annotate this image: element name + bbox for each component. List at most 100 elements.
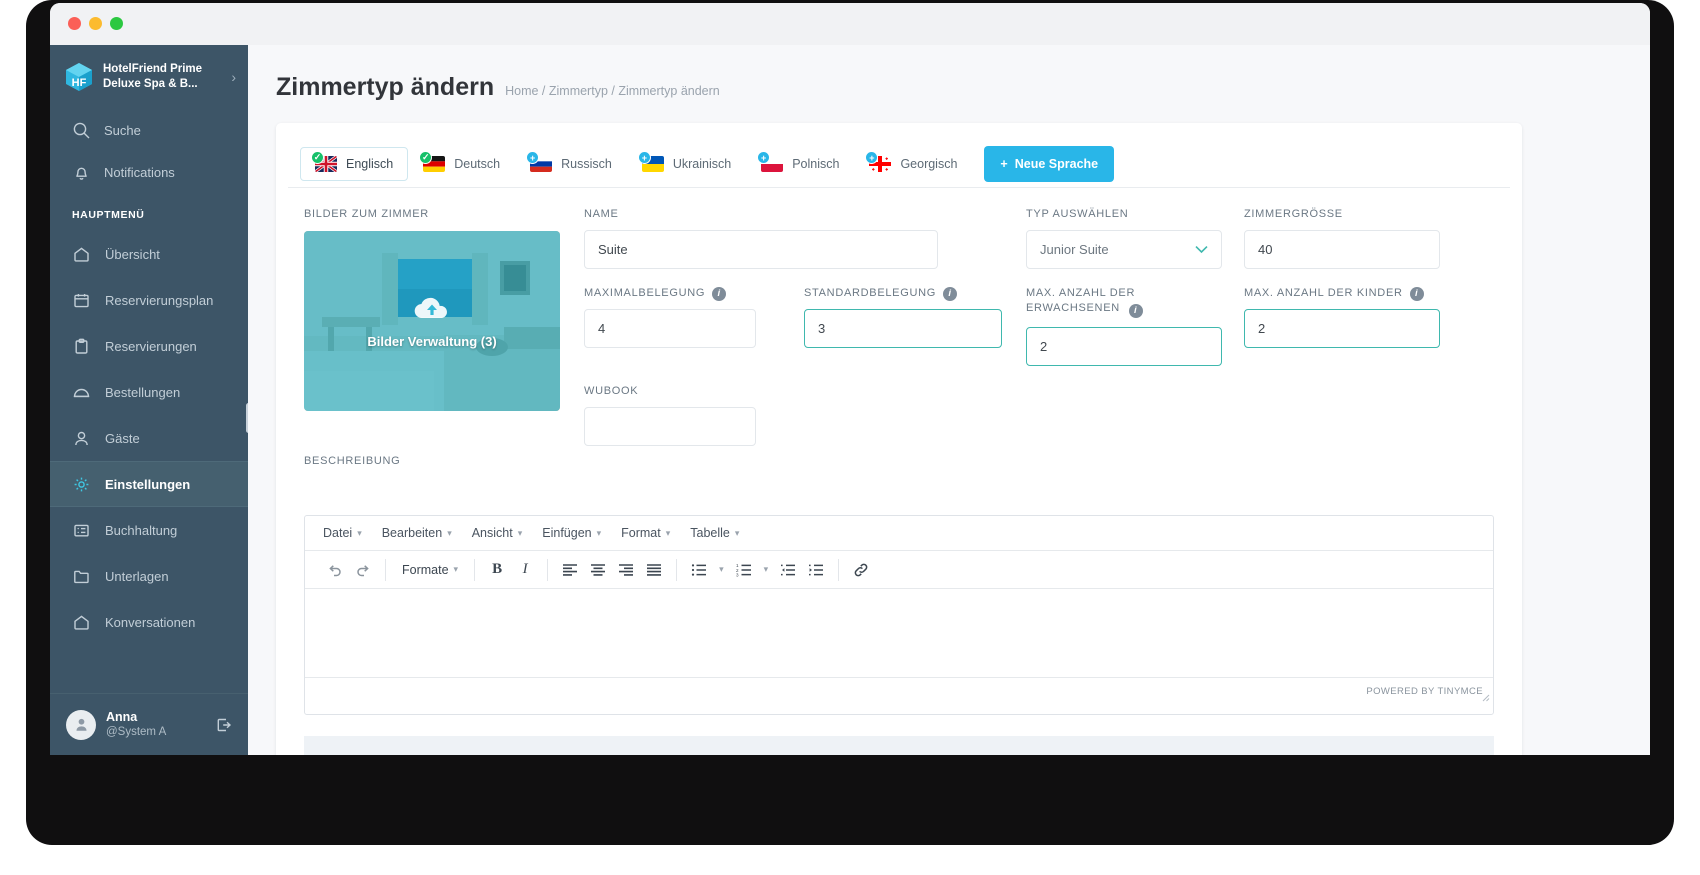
user-name: Anna (106, 709, 138, 724)
home-icon (72, 613, 91, 632)
language-tab-englisch[interactable]: ✓ Englisch (300, 147, 409, 181)
avatar (66, 709, 96, 740)
language-tab-georgisch[interactable]: + Georgisch (854, 147, 972, 181)
caret-down-icon: ▾ (517, 527, 523, 538)
close-window-button[interactable] (68, 17, 81, 30)
gear-icon (72, 475, 91, 494)
traffic-lights (68, 17, 123, 30)
sidebar-item-einstellungen[interactable]: Einstellungen (50, 461, 248, 507)
wubook-input[interactable] (584, 407, 756, 446)
main-content: Zimmertyp ändern Home / Zimmertyp / Zimm… (248, 45, 1650, 755)
cloud-upload-icon (412, 294, 452, 327)
formats-dropdown[interactable]: Formate ▾ (394, 557, 466, 583)
editor-menu-datei[interactable]: Datei ▾ (313, 520, 372, 546)
minimize-window-button[interactable] (89, 17, 102, 30)
images-field: BILDER ZUM ZIMMER Bilder Verwaltung (3) (304, 207, 560, 411)
max-occupancy-input[interactable]: 4 (584, 309, 756, 348)
info-icon[interactable]: i (1409, 286, 1424, 301)
user-profile[interactable]: Anna @System A (50, 693, 248, 755)
language-tab-label: Russisch (561, 157, 612, 171)
new-language-button[interactable]: + Neue Sprache (984, 146, 1115, 182)
name-input[interactable]: Suite (584, 230, 938, 269)
brand-line-1: HotelFriend Prime (103, 63, 203, 75)
language-tab-russisch[interactable]: + Russisch (515, 147, 627, 181)
editor-content-area[interactable] (305, 589, 1493, 677)
indent-icon[interactable] (802, 557, 830, 583)
sidebar-item-suche[interactable]: Suche (50, 109, 248, 151)
align-center-icon[interactable] (584, 557, 612, 583)
caret-down-icon[interactable]: ▾ (758, 564, 775, 575)
outdent-icon[interactable] (774, 557, 802, 583)
editor-menu-tabelle[interactable]: Tabelle ▾ (680, 520, 749, 546)
language-tabs: ✓ Englisch ✓ Deutsch + Russisch + Ukrain… (288, 123, 1510, 188)
align-justify-icon[interactable] (640, 557, 668, 583)
sidebar: HF HotelFriend Prime Deluxe Spa & B... ›… (50, 45, 248, 755)
info-icon[interactable]: i (1128, 303, 1143, 318)
room-size-input[interactable]: 40 (1244, 230, 1440, 269)
editor-menu-einfuegen[interactable]: Einfügen ▾ (532, 520, 611, 546)
chevron-right-icon: › (231, 69, 236, 85)
editor-resize-handle[interactable] (1480, 692, 1490, 702)
sidebar-item-reservierungsplan[interactable]: Reservierungsplan (50, 277, 248, 323)
flag-de-icon: ✓ (419, 151, 446, 172)
standard-occupancy-label: STANDARDBELEGUNG i (804, 286, 1002, 301)
page-header: Zimmertyp ändern Home / Zimmertyp / Zimm… (248, 45, 1650, 102)
user-text: Anna @System A (106, 710, 166, 740)
language-tab-ukrainisch[interactable]: + Ukrainisch (627, 147, 746, 181)
page-title: Zimmertyp ändern (276, 73, 495, 101)
sidebar-item-unterlagen[interactable]: Unterlagen (50, 553, 248, 599)
sidebar-item-buchhaltung[interactable]: Buchhaltung (50, 507, 248, 553)
max-occupancy-field: MAXIMALBELEGUNG i 4 (584, 286, 756, 348)
editor-menu-format[interactable]: Format ▾ (611, 520, 680, 546)
bold-icon[interactable]: B (483, 557, 511, 583)
info-icon[interactable]: i (943, 286, 958, 301)
standard-occupancy-input[interactable]: 3 (804, 309, 1002, 348)
caret-down-icon: ▾ (596, 527, 602, 538)
sidebar-item-konversationen[interactable]: Konversationen (50, 599, 248, 645)
standard-occupancy-field: STANDARDBELEGUNG i 3 (804, 286, 1002, 348)
italic-icon[interactable]: I (511, 557, 539, 583)
sidebar-item-uebersicht[interactable]: Übersicht (50, 231, 248, 277)
sidebar-item-label: Suche (104, 122, 141, 138)
caret-down-icon: ▾ (665, 527, 671, 538)
sidebar-item-label: Gäste (105, 430, 140, 446)
link-icon[interactable] (847, 557, 875, 583)
max-adults-input[interactable]: 2 (1026, 326, 1222, 366)
user-icon (72, 429, 91, 448)
calendar-icon (72, 291, 91, 310)
breadcrumb: Home / Zimmertyp / Zimmertyp ändern (505, 84, 720, 98)
redo-icon[interactable] (349, 557, 377, 583)
editor-menu-label: Tabelle (690, 526, 730, 540)
description-editor: Datei ▾ Bearbeiten ▾ Ansicht ▾ Einfügen … (304, 515, 1494, 715)
sidebar-item-reservierungen[interactable]: Reservierungen (50, 323, 248, 369)
sidebar-item-notifications[interactable]: Notifications (50, 151, 248, 193)
language-tab-deutsch[interactable]: ✓ Deutsch (408, 147, 515, 181)
numbered-list-icon[interactable]: 1 2 3 (730, 557, 758, 583)
sidebar-item-bestellungen[interactable]: Bestellungen (50, 369, 248, 415)
svg-text:3: 3 (736, 572, 739, 577)
align-group (548, 557, 676, 583)
sidebar-item-label: Buchhaltung (105, 522, 178, 538)
info-icon[interactable]: i (712, 286, 727, 301)
align-right-icon[interactable] (612, 557, 640, 583)
editor-menu-bearbeiten[interactable]: Bearbeiten ▾ (372, 520, 462, 546)
editor-menu-label: Ansicht (471, 526, 513, 540)
maximize-window-button[interactable] (110, 17, 123, 30)
room-images-preview[interactable]: Bilder Verwaltung (3) (304, 231, 560, 411)
logout-icon[interactable] (214, 715, 234, 735)
max-children-input[interactable]: 2 (1244, 309, 1440, 348)
flag-ua-icon: + (637, 151, 664, 172)
bullet-list-icon[interactable] (685, 557, 713, 583)
sidebar-item-gaeste[interactable]: Gäste (50, 415, 248, 461)
align-left-icon[interactable] (556, 557, 584, 583)
editor-menu-ansicht[interactable]: Ansicht ▾ (462, 520, 533, 546)
wubook-label: WUBOOK (584, 385, 639, 397)
language-tab-polnisch[interactable]: + Polnisch (746, 147, 854, 181)
images-label: BILDER ZUM ZIMMER (304, 208, 429, 220)
brand-selector[interactable]: HF HotelFriend Prime Deluxe Spa & B... › (50, 45, 248, 109)
plus-icon: + (1000, 157, 1008, 171)
sidebar-item-label: Reservierungen (105, 338, 197, 354)
caret-down-icon[interactable]: ▾ (713, 564, 730, 575)
undo-icon[interactable] (321, 557, 349, 583)
type-select-dropdown[interactable]: Junior Suite (1026, 230, 1222, 269)
